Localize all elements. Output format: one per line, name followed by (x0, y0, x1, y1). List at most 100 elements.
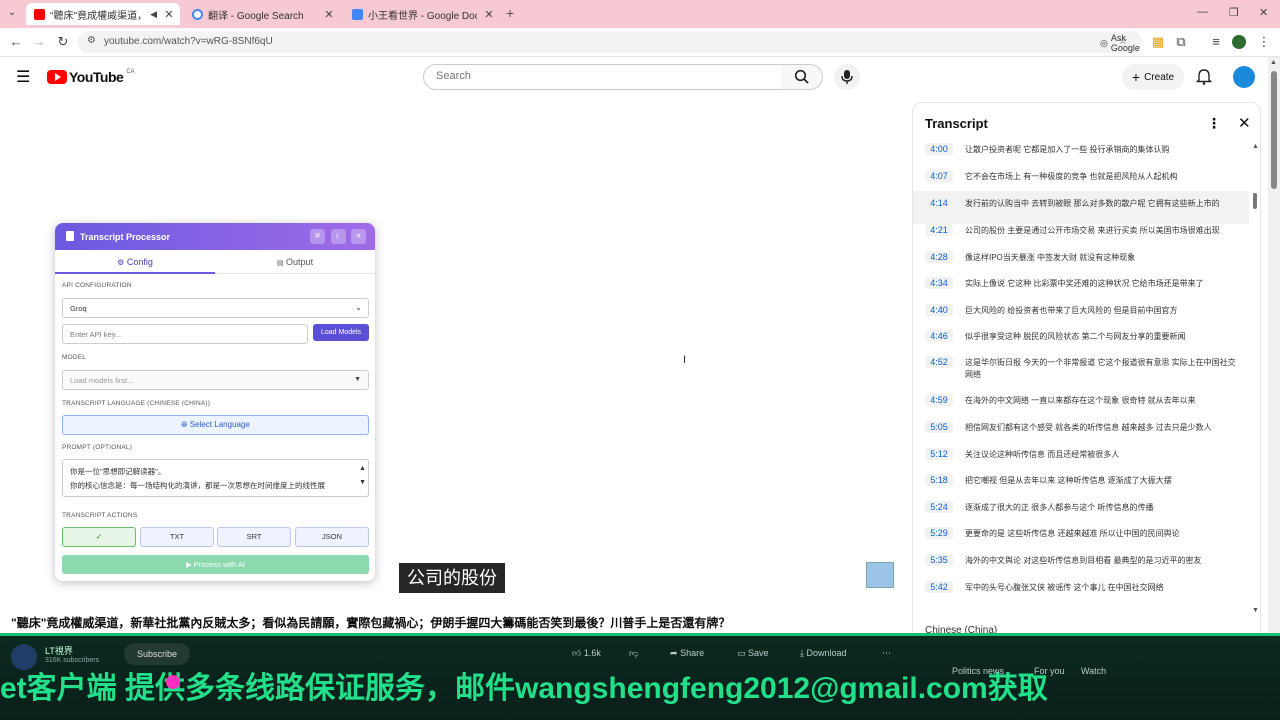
page-scrollbar[interactable]: ▲ (1268, 57, 1280, 720)
provider-select[interactable]: Groq ⌄ (62, 298, 369, 318)
bookmark-star-icon[interactable]: ☆ (1118, 34, 1128, 47)
account-avatar[interactable] (1233, 66, 1255, 88)
transcript-segment[interactable]: 5:05 相信网友们都有这个感受 就各类的听传信息 越来越多 过去只是少数人 (913, 421, 1249, 448)
model-select[interactable]: Load models first... ▼ (62, 370, 369, 390)
close-tab-icon[interactable]: ✕ (322, 8, 336, 21)
segment-timestamp[interactable]: 5:29 (925, 527, 953, 539)
transcript-segment[interactable]: 4:59 在海外的中文网络 一直以来都存在这个现象 很奇特 就从去年以来 (913, 394, 1249, 421)
video-overlay-icon[interactable] (866, 562, 894, 588)
close-tab-icon[interactable]: ✕ (482, 8, 496, 21)
textarea-scroll-up-icon[interactable]: ▲ (359, 462, 366, 476)
segment-timestamp[interactable]: 4:07 (925, 170, 953, 182)
popup-header[interactable]: Transcript Processor ⛨ ☾ ✕ (55, 223, 375, 250)
mute-icon[interactable]: ◀︎ (150, 9, 157, 20)
tab-google-docs[interactable]: 小王看世界 - Google Docs ✕ (344, 3, 500, 25)
close-tab-icon[interactable]: ✕ (162, 8, 176, 21)
save-button[interactable]: ▭ Save (737, 648, 769, 659)
channel-name[interactable]: LT視界 (45, 644, 73, 657)
transcript-segment[interactable]: 4:52 这是华尔街日报 今天的一个非常报道 它这个报道很有意思 实际上在中国社交… (913, 356, 1249, 394)
download-button[interactable]: ⤓ Download (800, 648, 847, 659)
transcript-segment[interactable]: 4:28 像这样IPO当天暴涨 中签发大财 就没有这种现象 (913, 251, 1249, 277)
segment-timestamp[interactable]: 5:18 (925, 474, 953, 486)
segment-timestamp[interactable]: 4:46 (925, 330, 953, 342)
new-tab-icon[interactable]: + (506, 5, 514, 21)
transcript-segment[interactable]: 4:40 巨大风险的 给投资者也带来了巨大风险的 但是目前中国官方 (913, 304, 1249, 330)
segment-timestamp[interactable]: 4:00 (925, 143, 953, 155)
transcript-segment[interactable]: 4:34 实际上像说 它这种 比彩票中奖还难的这种状况 它给市场还是带来了 (913, 277, 1249, 304)
tab-search-list-icon[interactable]: ≡ (1208, 34, 1224, 50)
close-popup-icon[interactable]: ✕ (351, 229, 366, 244)
notifications-bell-icon[interactable] (1196, 68, 1212, 85)
reload-icon[interactable]: ↻ (55, 34, 71, 50)
address-bar[interactable]: ⚙ youtube.com/watch?v=wRG-8SNf6qU ◎ Ask … (78, 31, 1142, 53)
segment-timestamp[interactable]: 4:28 (925, 251, 953, 263)
tab-output[interactable]: ▤ Output (215, 250, 375, 274)
moon-icon[interactable]: ☾ (331, 229, 346, 244)
segment-timestamp[interactable]: 4:21 (925, 224, 953, 236)
extension-badge-icon[interactable]: ▦ (1150, 34, 1166, 50)
segment-timestamp[interactable]: 5:05 (925, 421, 953, 433)
subscribe-button[interactable]: Subscribe (124, 643, 190, 665)
search-input[interactable] (436, 70, 766, 82)
process-with-ai-button[interactable]: ▶ Process with AI (62, 555, 369, 574)
scroll-up-arrow-icon[interactable]: ▲ (1252, 143, 1259, 150)
transcript-segment[interactable]: 4:46 似乎很享受这种 脱民的风险状态 第二个与网友分享的重要新闻 (913, 330, 1249, 356)
transcript-segment[interactable]: 5:18 把它嘲视 但是从去年以来 这种听传信息 逐渐成了大振大摆 (913, 474, 1249, 501)
profile-icon[interactable] (1232, 35, 1246, 49)
load-models-button[interactable]: Load Models (313, 324, 369, 341)
transcript-segment[interactable]: 5:35 海外的中文舆论 对这些听传信息到目相看 最典型的是习近平的密友 (913, 554, 1249, 581)
close-window-icon[interactable]: ✕ (1259, 6, 1268, 19)
shield-icon[interactable]: ⛨ (310, 229, 325, 244)
more-options-icon[interactable]: ⋮ (1207, 115, 1221, 132)
tab-google-search[interactable]: 翻译 - Google Search ✕ (184, 3, 340, 25)
like-button[interactable]: 👍︎ 1.6k (572, 648, 601, 659)
chip-watched[interactable]: Watch (1081, 666, 1106, 676)
close-transcript-icon[interactable]: ✕ (1238, 114, 1251, 132)
api-key-input[interactable]: Enter API key... (62, 324, 308, 344)
extensions-puzzle-icon[interactable]: ⧉ (1173, 34, 1189, 50)
segment-timestamp[interactable]: 5:12 (925, 448, 953, 460)
export-txt-button[interactable]: TXT (140, 527, 214, 547)
minimize-icon[interactable]: — (1197, 6, 1208, 18)
create-button[interactable]: + Create (1122, 64, 1184, 90)
segment-timestamp[interactable]: 5:42 (925, 581, 953, 593)
prompt-textarea[interactable]: 你是一位"思想即记解读器"。 你的核心信念是：每一场结构化的演讲，都是一次思想在… (62, 459, 369, 497)
transcript-segment[interactable]: 5:24 逐渐成了很大的正 很多人都参与这个 听传信息的传播 (913, 501, 1249, 527)
youtube-logo[interactable]: YouTube CA (47, 69, 135, 85)
scroll-up-arrow-icon[interactable]: ▲ (1270, 59, 1277, 66)
search-button[interactable] (781, 64, 823, 90)
restore-icon[interactable]: ❐ (1229, 6, 1239, 19)
site-info-icon[interactable]: ⚙ (87, 35, 96, 46)
segment-timestamp[interactable]: 5:35 (925, 554, 953, 566)
back-icon[interactable]: ← (8, 34, 24, 50)
transcript-scroll-thumb[interactable] (1253, 193, 1257, 209)
segment-timestamp[interactable]: 5:24 (925, 501, 953, 513)
transcript-segment[interactable]: 4:21 公司的股份 主要是通过公开市场交易 来进行买卖 所以美国市场很难出现 (913, 224, 1249, 251)
chip-for-you[interactable]: For you (1034, 666, 1065, 676)
select-language-button[interactable]: 🌐︎ Select Language (62, 415, 369, 435)
textarea-scroll-down-icon[interactable]: ▼ (359, 476, 366, 490)
segment-timestamp[interactable]: 4:40 (925, 304, 953, 316)
transcript-segment-hovered[interactable]: 4:14 发行前的认购当中 去转到被眼 那么对多数的散户呢 它拥有这些新上市的 (913, 191, 1249, 224)
forward-icon[interactable]: → (31, 34, 47, 50)
more-actions-icon[interactable]: ⋯ (882, 648, 891, 659)
export-json-button[interactable]: JSON (295, 527, 369, 547)
page-scroll-thumb[interactable] (1271, 71, 1277, 189)
share-button[interactable]: ➦ Share (670, 648, 704, 659)
hamburger-menu-icon[interactable]: ☰ (16, 67, 30, 87)
transcript-segment[interactable]: 4:00 让散户投资者呢 它都是加入了一些 投行承销商的集体认购 (913, 143, 1249, 170)
chip-politics-news[interactable]: Politics news (952, 666, 1004, 676)
transcript-segment[interactable]: 5:29 更要命的是 这些听传信息 还越来越准 所以让中国的民间舆论 (913, 527, 1249, 554)
transcript-segment[interactable]: 5:42 军中的头号心腹张又侠 被谣传 这个事儿 在中国社交网络 (913, 581, 1249, 607)
tab-youtube[interactable]: "聽床"竟成權威渠道，新華… ◀︎ ✕ (26, 3, 180, 25)
search-box[interactable] (423, 64, 782, 90)
browser-menu-icon[interactable]: ⋮ (1256, 34, 1272, 50)
voice-search-button[interactable] (834, 64, 860, 90)
export-srt-button[interactable]: SRT (217, 527, 291, 547)
transcript-segment[interactable]: 5:12 关注议论这种听传信息 而且还经常被很多人 (913, 448, 1249, 474)
dislike-icon[interactable]: 👎︎ (629, 648, 638, 659)
copy-check-button[interactable]: ✓ (62, 527, 136, 547)
segment-timestamp[interactable]: 4:52 (925, 356, 953, 368)
segment-timestamp[interactable]: 4:59 (925, 394, 953, 406)
segment-timestamp[interactable]: 4:34 (925, 277, 953, 289)
